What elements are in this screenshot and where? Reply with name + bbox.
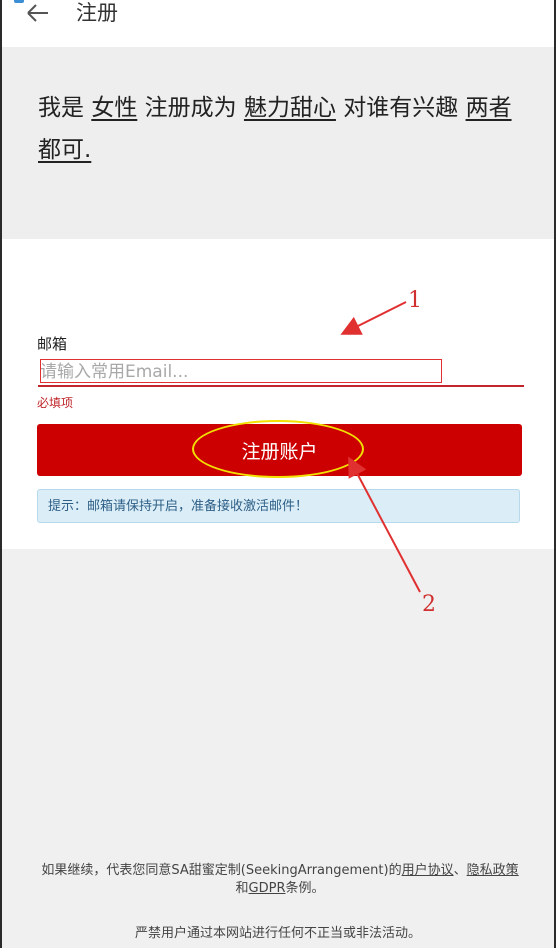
gdpr-link[interactable]: GDPR [249,881,286,896]
registration-form: 邮箱 必填项 注册账户 提示：邮箱请保持开启，准备接收激活邮件！ [2,239,554,549]
terms-notice: 如果继续，代表您同意SA甜蜜定制(SeekingArrangement)的用户协… [40,862,520,898]
privacy-policy-link[interactable]: 隐私政策 [467,863,519,878]
top-bar: 注册 [2,0,554,47]
role-selector[interactable]: 魅力甜心 [244,95,336,121]
legal-warning: 严禁用户通过本网站进行任何不正当或非法活动。 [134,926,421,941]
annotation-label-2: 2 [422,592,436,617]
terms-separator: 、 [453,863,467,878]
interested-in-text: 对谁有兴趣 [343,95,459,121]
register-button[interactable]: 注册账户 [37,424,522,476]
status-indicator [14,0,24,3]
terms-and: 和 [235,881,249,896]
back-arrow-icon[interactable] [24,2,54,24]
annotation-label-1: 1 [408,288,422,313]
register-as-text: 注册成为 [144,95,237,121]
gender-selector[interactable]: 女性 [91,95,137,121]
profile-summary: 我是 女性 注册成为 魅力甜心 对谁有兴趣 两者都可. [2,47,554,239]
required-notice: 必填项 [37,396,74,410]
terms-suffix: 条例。 [285,881,325,896]
terms-prefix: 如果继续，代表您同意SA甜蜜定制(SeekingArrangement)的 [41,863,402,878]
user-agreement-link[interactable]: 用户协议 [402,863,454,878]
profile-sentence: 我是 女性 注册成为 魅力甜心 对谁有兴趣 两者都可. [38,87,518,171]
email-input[interactable] [38,359,524,387]
email-label: 邮箱 [37,335,68,353]
i-am-text: 我是 [38,95,84,121]
hint-box: 提示：邮箱请保持开启，准备接收激活邮件！ [37,489,520,523]
page-title: 注册 [76,1,118,25]
